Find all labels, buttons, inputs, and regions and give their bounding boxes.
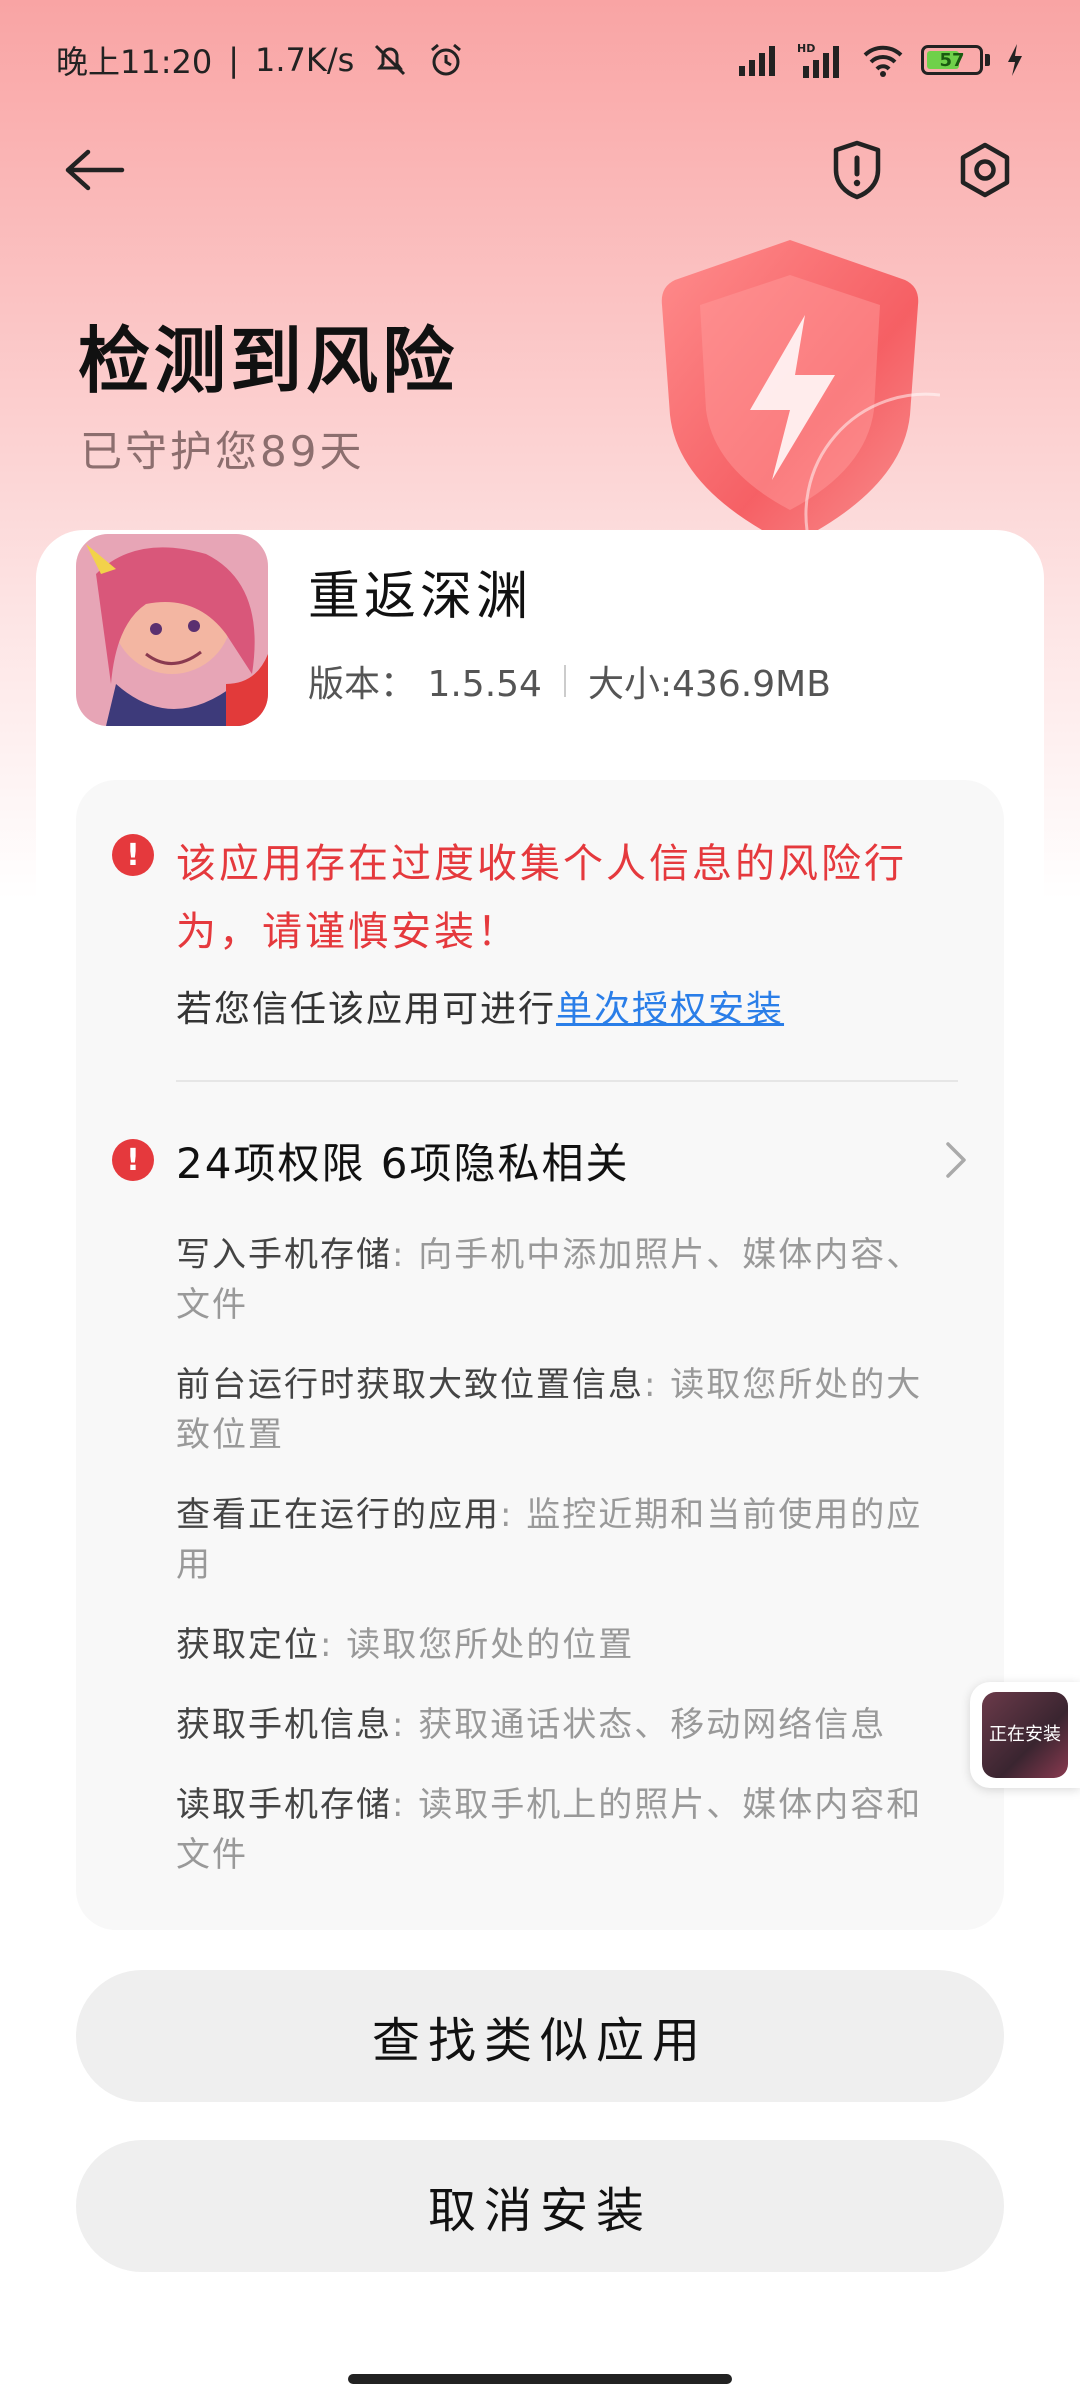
settings-button[interactable] <box>950 135 1020 205</box>
app-avatar-illustration <box>76 534 268 726</box>
back-button[interactable] <box>60 135 130 205</box>
permission-item: 前台运行时获取大致位置信息: 读取您所处的大致位置 <box>176 1365 923 1455</box>
charging-icon <box>1006 44 1024 76</box>
network-speed: 1.7K/s <box>255 41 355 79</box>
back-arrow-icon <box>65 149 125 191</box>
installing-label: 正在安装 <box>982 1692 1068 1778</box>
permission-item: 写入手机存储: 向手机中添加照片、媒体内容、文件 <box>176 1235 923 1325</box>
install-risk-screen: 晚上11:20 | 1.7K/s HD 57 检测到风险 已守护您89天 重返深… <box>0 0 1080 2400</box>
warning-icon: ! <box>112 1139 154 1181</box>
alarm-icon <box>426 40 466 80</box>
permission-desc: 读取您所处的位置 <box>346 1625 635 1665</box>
top-actions <box>822 135 1020 205</box>
risk-warning-text: 该应用存在过度收集个人信息的风险行为，请谨慎安装！ <box>176 841 907 955</box>
permission-name: 查看正在运行的应用 <box>176 1495 500 1535</box>
single-authorize-install-link[interactable]: 单次授权安装 <box>556 989 784 1030</box>
app-info-card: 重返深渊 版本： 1.5.54 大小:436.9MB ! 该应用存在过度收集个人… <box>36 530 1044 2400</box>
trust-install-line: 若您信任该应用可进行单次授权安装 <box>176 980 784 1032</box>
permissions-summary: 24项权限 6项隐私相关 <box>176 1138 630 1188</box>
permission-name: 获取手机信息 <box>176 1705 392 1745</box>
details-separator <box>563 664 566 697</box>
permissions-summary-row[interactable]: 24项权限 6项隐私相关 <box>176 1125 968 1195</box>
permission-item: 读取手机存储: 读取手机上的照片、媒体内容和文件 <box>176 1785 923 1875</box>
app-icon <box>76 534 268 726</box>
status-time: 晚上11:20 <box>56 43 213 81</box>
app-details: 版本： 1.5.54 大小:436.9MB <box>308 655 831 707</box>
permission-name: 写入手机存储 <box>176 1235 392 1275</box>
status-bar: 晚上11:20 | 1.7K/s HD 57 <box>56 30 1024 90</box>
permission-item: 获取定位: 读取您所处的位置 <box>176 1625 635 1665</box>
permission-item: 获取手机信息: 获取通话状态、移动网络信息 <box>176 1705 887 1745</box>
app-header: 重返深渊 版本： 1.5.54 大小:436.9MB <box>76 530 1004 730</box>
warning-icon: ! <box>112 834 154 876</box>
chevron-right-icon <box>946 1142 966 1178</box>
permission-item: 查看正在运行的应用: 监控近期和当前使用的应用 <box>176 1495 923 1585</box>
wifi-icon <box>861 43 905 77</box>
app-name: 重返深渊 <box>308 566 533 627</box>
permission-desc: 获取通话状态、移动网络信息 <box>418 1705 887 1745</box>
permission-name: 前台运行时获取大致位置信息 <box>176 1365 644 1405</box>
permission-name: 读取手机存储 <box>176 1785 392 1825</box>
shield-alert-icon <box>833 140 881 200</box>
settings-icon <box>960 142 1010 198</box>
battery-level: 57 <box>939 49 965 71</box>
protected-days: 已守护您89天 <box>80 427 365 476</box>
risk-panel: ! 该应用存在过度收集个人信息的风险行为，请谨慎安装！ 若您信任该应用可进行单次… <box>76 780 1004 1930</box>
security-report-button[interactable] <box>822 135 892 205</box>
status-divider: | <box>228 41 240 79</box>
permission-list: 写入手机存储: 向手机中添加照片、媒体内容、文件 前台运行时获取大致位置信息: … <box>176 1230 936 1910</box>
app-meta: 重返深渊 版本： 1.5.54 大小:436.9MB <box>308 554 831 707</box>
divider <box>176 1080 958 1082</box>
status-right: HD 57 <box>737 42 1024 78</box>
page-title: 检测到风险 <box>78 319 459 403</box>
signal-hd-icon: HD <box>797 42 845 78</box>
risk-shield-illustration <box>661 240 940 546</box>
battery-icon: 57 <box>921 45 990 75</box>
find-similar-apps-button[interactable]: 查找类似应用 <box>76 1970 1004 2102</box>
svg-text:HD: HD <box>797 42 815 55</box>
trust-prefix: 若您信任该应用可进行 <box>176 989 557 1030</box>
installing-floating-badge[interactable]: 正在安装 <box>970 1682 1080 1788</box>
signal-icon <box>737 44 781 76</box>
app-size: 大小:436.9MB <box>587 663 831 705</box>
permission-name: 获取定位 <box>176 1625 320 1665</box>
status-left: 晚上11:20 | 1.7K/s <box>56 37 466 83</box>
top-bar <box>60 130 1020 210</box>
app-version: 版本： 1.5.54 <box>308 663 542 705</box>
mute-icon <box>370 40 410 80</box>
cancel-install-button[interactable]: 取消安装 <box>76 2140 1004 2272</box>
home-indicator[interactable] <box>348 2374 732 2384</box>
